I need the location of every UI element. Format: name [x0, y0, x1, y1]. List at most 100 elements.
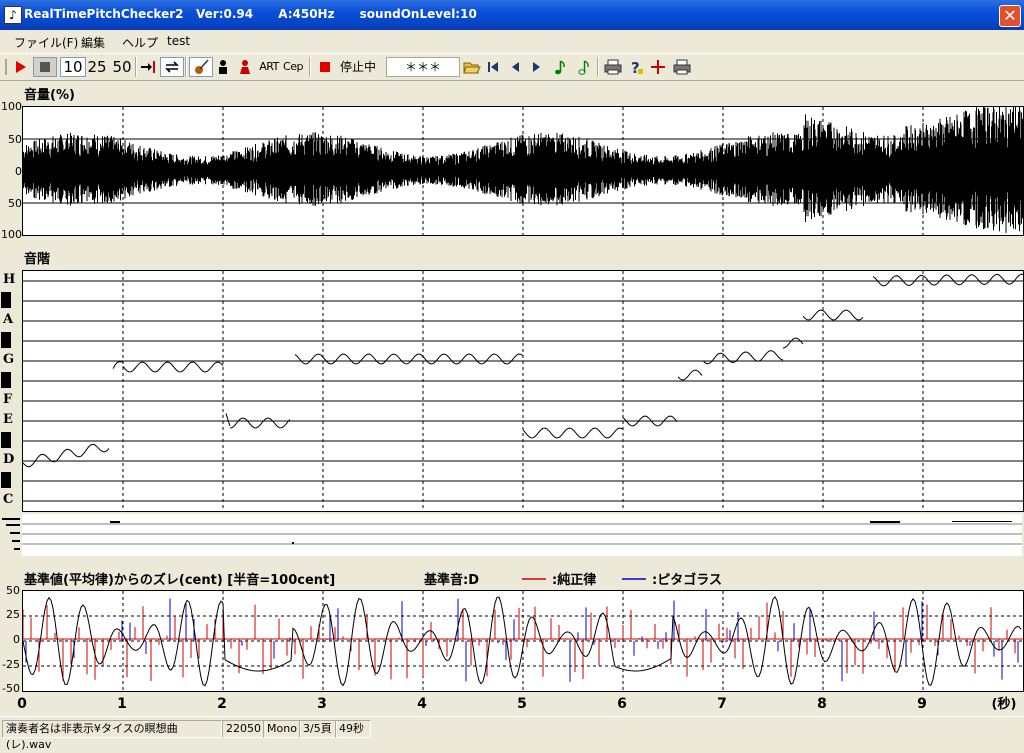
volume-waveform-plot[interactable]: [22, 106, 1024, 236]
toolbar-separator: [185, 57, 187, 77]
zoom-10-button[interactable]: 10: [60, 57, 86, 77]
event-strip: [22, 514, 1022, 556]
zoom-25-button[interactable]: 25: [85, 57, 109, 77]
black-key: [1, 472, 11, 488]
singer-icon: [240, 60, 250, 74]
deviation-tick: 25: [6, 608, 20, 621]
marker-button[interactable]: [648, 57, 668, 77]
menu-edit[interactable]: 編集: [81, 34, 105, 51]
piano-keys: H A G F E D C: [0, 270, 22, 512]
singer-button[interactable]: [235, 57, 255, 77]
note-display: ＊＊＊: [386, 57, 460, 77]
record-stop-button[interactable]: [316, 57, 334, 77]
close-button[interactable]: ✕: [999, 5, 1021, 27]
next-button[interactable]: [528, 57, 546, 77]
menu-bar: ファイル(F) 編集 ヘルプ test: [0, 31, 1024, 52]
cep-button[interactable]: Cep: [282, 57, 304, 77]
toolbar: 10 25 50 ART Cep 停止中 ＊＊＊ ?: [0, 53, 1024, 81]
black-key: [1, 432, 11, 448]
note-label-e: E: [3, 412, 13, 427]
base-note-label: 基準音:D: [424, 573, 479, 588]
loop-icon: [165, 61, 179, 73]
time-tick: 4: [417, 696, 427, 712]
toolbar-grip: [4, 57, 8, 77]
status-rate: 22050: [222, 720, 266, 738]
printer-icon: [673, 59, 691, 75]
toolbar-separator: [135, 57, 137, 77]
volume-label: 音量(%): [24, 88, 75, 103]
status-indicator: 停止中: [339, 60, 376, 74]
open-folder-button[interactable]: [462, 57, 482, 77]
loop-button[interactable]: [160, 57, 184, 77]
art-button[interactable]: ART: [258, 57, 280, 77]
prev-icon: [512, 62, 519, 72]
volume-tick: 50: [8, 133, 22, 146]
black-key: [1, 292, 11, 308]
note-label-h: H: [3, 272, 16, 287]
legend-just-swatch: [522, 578, 546, 580]
app-icon: ♪: [4, 6, 22, 24]
time-tick: 7: [717, 696, 727, 712]
window-title: RealTimePitchChecker2 Ver:0.94 A:450Hz s…: [24, 7, 477, 21]
volume-tick: 100: [1, 228, 22, 240]
scale-label: 音階: [24, 252, 51, 267]
menu-help[interactable]: ヘルプ: [122, 34, 158, 51]
printer-icon: [604, 59, 622, 75]
legend-just-label: :純正律: [552, 573, 597, 588]
note-outline-button[interactable]: [574, 57, 594, 77]
time-tick: 6: [617, 696, 627, 712]
print-preview-button[interactable]: [672, 57, 692, 77]
time-tick: 9: [917, 696, 927, 712]
stop-icon: [40, 62, 50, 72]
note-label-g: G: [3, 352, 15, 367]
time-tick: 0: [17, 696, 27, 712]
status-file: 演奏者名は非表示¥タイスの瞑想曲(レ).wav: [2, 720, 222, 751]
zoom-50-button[interactable]: 50: [110, 57, 134, 77]
pitch-plot[interactable]: [22, 270, 1024, 512]
play-button[interactable]: [10, 57, 30, 77]
music-note-icon: [555, 60, 565, 75]
print-button[interactable]: [603, 57, 623, 77]
next-icon: [533, 62, 540, 72]
title-bar: ♪ RealTimePitchChecker2 Ver:0.94 A:450Hz…: [0, 0, 1024, 30]
help-question-icon: ?: [631, 59, 643, 77]
person-button[interactable]: [213, 57, 233, 77]
violin-button[interactable]: [189, 57, 213, 77]
toolbar-separator: [309, 57, 311, 77]
record-stop-icon: [320, 62, 330, 72]
volume-tick: 100: [1, 100, 22, 113]
help-button[interactable]: ?: [626, 57, 646, 77]
menu-file[interactable]: ファイル(F): [14, 34, 78, 51]
black-key: [1, 372, 11, 388]
svg-text:?: ?: [631, 59, 640, 77]
volume-tick: 50: [8, 197, 22, 210]
deviation-axis: 50 25 0 -25 -50: [2, 584, 20, 694]
jump-end-button[interactable]: [138, 57, 158, 77]
time-tick: 1: [117, 696, 127, 712]
cross-marker-icon: [651, 60, 665, 74]
time-tick: 8: [817, 696, 827, 712]
stop-button[interactable]: [33, 57, 57, 77]
deviation-plot[interactable]: [22, 590, 1024, 692]
volume-axis: 100 50 0 50 100: [1, 100, 22, 240]
skip-first-icon: [488, 62, 498, 72]
status-page: 3/5頁: [299, 720, 337, 738]
deviation-tick: -25: [2, 658, 20, 671]
menu-test[interactable]: test: [167, 34, 190, 48]
time-unit: (秒): [992, 696, 1017, 712]
prev-button[interactable]: [506, 57, 524, 77]
deviation-tick: 50: [6, 584, 20, 597]
music-note-outline-icon: [578, 60, 589, 75]
status-length: 49秒: [335, 720, 371, 738]
deviation-label: 基準値(平均律)からのズレ(cent) [半音=100cent]: [24, 573, 336, 588]
status-bar: 演奏者名は非表示¥タイスの瞑想曲(レ).wav 22050 Mono 3/5頁 …: [0, 716, 1024, 751]
note-green-button[interactable]: [550, 57, 570, 77]
folder-open-icon: [463, 62, 481, 74]
status-channels: Mono: [263, 720, 301, 738]
first-button[interactable]: [484, 57, 502, 77]
deviation-tick: 0: [13, 633, 20, 646]
legend-pyth-swatch: [622, 578, 646, 580]
time-tick: 3: [317, 696, 327, 712]
black-key: [1, 332, 11, 348]
arrow-to-line-icon: [141, 61, 155, 73]
